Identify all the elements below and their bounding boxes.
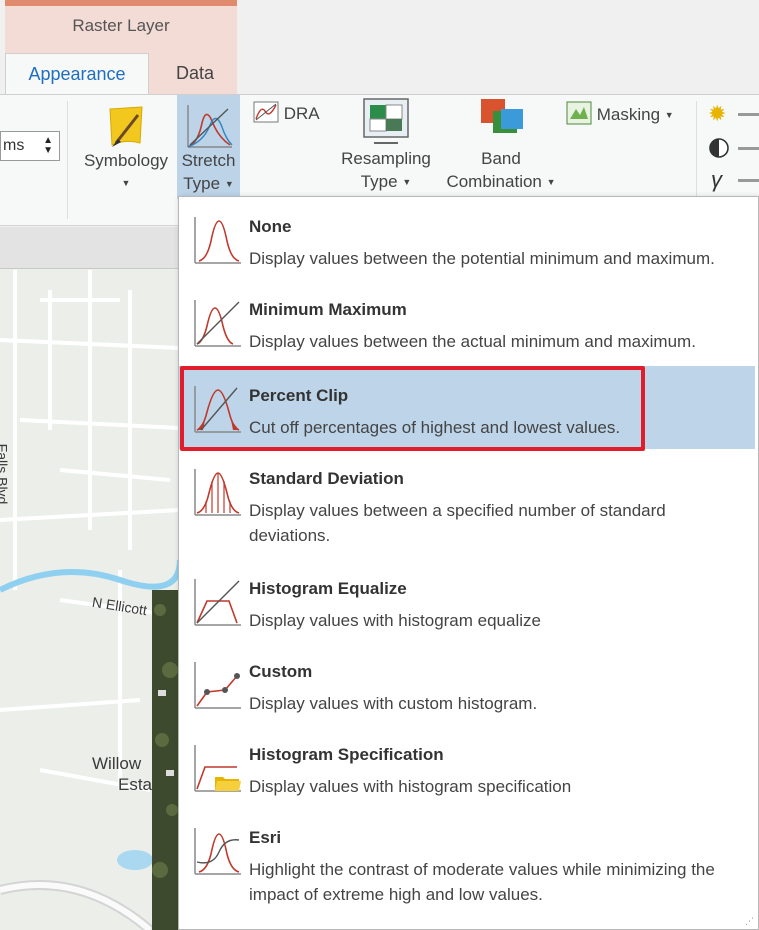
resampling-icon [363, 98, 409, 144]
stretch-type-menu: None Display values between the potentia… [178, 196, 759, 930]
context-accent-bar [5, 0, 237, 6]
menu-item-description: Display values with histogram equalize [249, 611, 541, 630]
menu-item-title: Esri [249, 828, 282, 847]
menu-item-custom[interactable]: Custom Display values with custom histog… [179, 642, 755, 725]
chevron-down-icon: ▼ [664, 110, 674, 121]
dra-icon [253, 101, 279, 123]
minmax-stretch-icon [194, 300, 241, 347]
menu-item-none[interactable]: None Display values between the potentia… [179, 197, 755, 280]
contrast-slider[interactable] [738, 147, 759, 150]
resize-grip-icon[interactable]: ⋰ [745, 916, 754, 927]
brightness-icon: ✹ [708, 101, 727, 126]
map-label-esta: Esta [118, 775, 153, 794]
map-label-willow: Willow [92, 754, 142, 773]
stretch-type-button[interactable]: Stretch Type ▼ [177, 95, 240, 199]
histogram-spec-icon [194, 745, 241, 792]
menu-item-title: Minimum Maximum [249, 300, 407, 319]
spinner-input[interactable]: ms ▲ ▼ [0, 131, 60, 161]
menu-item-title: Histogram Specification [249, 745, 444, 764]
tab-data[interactable]: Data [152, 53, 238, 95]
menu-item-esri[interactable]: Esri Highlight the contrast of moderate … [179, 808, 755, 918]
context-group-title: Raster Layer [72, 16, 170, 35]
chevron-down-icon: ▼ [402, 177, 412, 188]
gamma-slider[interactable] [738, 179, 759, 182]
image-enhancement-group: ✹ γ [700, 99, 759, 195]
menu-item-description: Display values between a specified numbe… [249, 501, 666, 545]
none-stretch-icon [194, 217, 241, 264]
menu-item-title: Histogram Equalize [249, 579, 407, 598]
menu-item-description: Display values with histogram specificat… [249, 777, 572, 796]
symbology-label: Symbology [83, 151, 169, 170]
menu-item-title: None [249, 217, 292, 236]
selection-highlight-annotation [180, 366, 645, 451]
stretch-type-icon [186, 105, 233, 148]
menu-item-standard-deviation[interactable]: Standard Deviation Display values betwee… [179, 449, 755, 559]
map-streets [0, 270, 180, 930]
menu-item-title: Custom [249, 662, 313, 681]
menu-item-histogram-equalize[interactable]: Histogram Equalize Display values with h… [179, 559, 755, 642]
menu-item-title: Standard Deviation [249, 469, 404, 488]
masking-label: Masking [596, 105, 661, 124]
band-label-2: Combination [446, 172, 542, 191]
custom-stretch-icon [194, 662, 241, 709]
ribbon-header: Raster Layer Appearance Data [0, 0, 759, 95]
masking-button[interactable]: Masking ▼ [566, 101, 686, 127]
menu-item-minimum-maximum[interactable]: Minimum Maximum Display values between t… [179, 280, 755, 363]
symbology-icon [109, 106, 143, 147]
esri-stretch-icon [194, 828, 241, 875]
band-label-1: Band [481, 149, 521, 168]
map-view[interactable]: Falls Blvd N Ellicott Willow Esta [0, 270, 180, 930]
dra-button[interactable]: DRA [253, 101, 333, 125]
tab-appearance[interactable]: Appearance [5, 53, 149, 95]
band-combination-icon [481, 99, 523, 133]
menu-item-description: Display values with custom histogram. [249, 694, 538, 713]
map-label-falls-blvd: Falls Blvd [0, 443, 11, 505]
stretch-type-label-1: Stretch [181, 151, 236, 170]
std-dev-icon [194, 469, 241, 516]
menu-item-description: Highlight the contrast of moderate value… [249, 860, 715, 904]
menu-item-description: Display values between the actual minimu… [249, 332, 696, 351]
band-combination-button[interactable]: Band Combination ▼ [440, 97, 562, 194]
brightness-slider[interactable] [738, 113, 759, 116]
chevron-down-icon: ▼ [546, 177, 556, 188]
histogram-equalize-icon [194, 579, 241, 626]
stretch-type-label-2: Type [183, 174, 221, 193]
menu-item-description: Display values between the potential min… [249, 249, 715, 268]
chevron-down-icon: ▼ [121, 178, 131, 188]
gamma-icon: γ [711, 167, 722, 192]
resampling-type-button[interactable]: Resampling Type ▼ [333, 97, 439, 194]
spinner-value: ms [3, 137, 25, 154]
symbology-button[interactable]: Symbology ▼ [76, 103, 176, 195]
menu-item-histogram-specification[interactable]: Histogram Specification Display values w… [179, 725, 755, 808]
chevron-down-icon: ▼ [224, 179, 234, 190]
group-separator [67, 101, 68, 219]
spinner-arrows-icon[interactable]: ▲ ▼ [43, 136, 53, 156]
contrast-icon [709, 138, 729, 158]
masking-icon [566, 101, 592, 125]
resampling-label-1: Resampling [341, 149, 431, 168]
resampling-label-2: Type [360, 172, 398, 191]
dra-label: DRA [283, 104, 320, 123]
